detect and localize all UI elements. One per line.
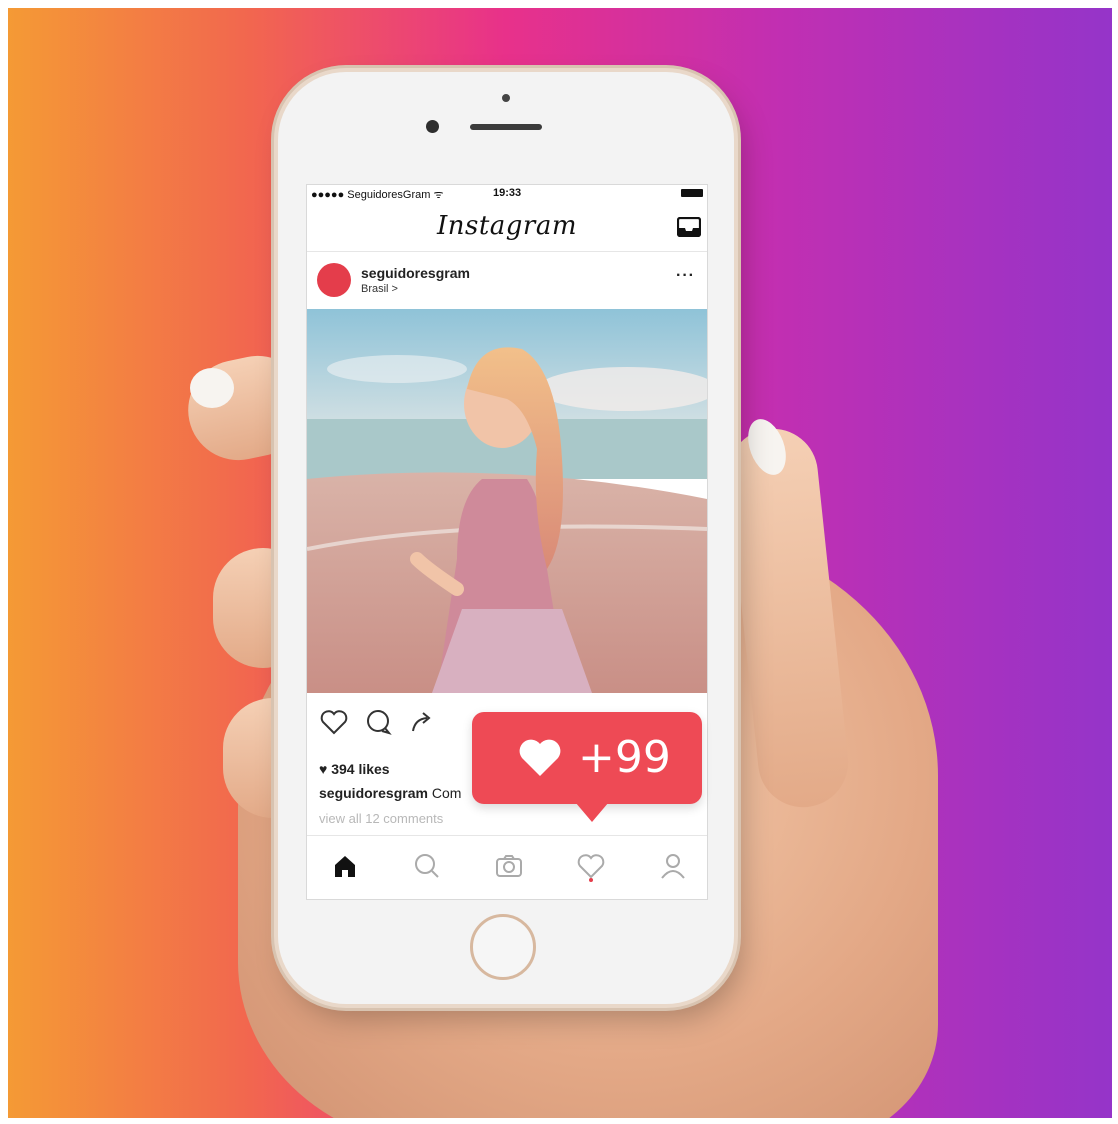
clock: 19:33	[493, 187, 522, 199]
bottom-tab-bar	[307, 835, 707, 899]
carrier-signal: ●●●●● SeguidoresGram ᯤ	[311, 189, 444, 201]
iphone-device: ●●●●● SeguidoresGram ᯤ 19:33 Instagram s…	[278, 72, 734, 1004]
camera-icon[interactable]	[493, 850, 525, 882]
more-options-button[interactable]: ···	[676, 267, 695, 285]
caption-username[interactable]: seguidoresgram	[319, 785, 428, 801]
like-notification-bubble: +99	[472, 712, 702, 804]
post-username[interactable]: seguidoresgram	[361, 265, 470, 281]
search-icon[interactable]	[411, 850, 443, 882]
inbox-icon[interactable]	[677, 217, 701, 237]
proximity-sensor	[502, 94, 510, 102]
view-all-comments-link[interactable]: view all 12 comments	[319, 811, 443, 826]
front-camera	[426, 120, 439, 133]
notification-heart-icon	[519, 739, 561, 776]
earpiece-speaker	[470, 124, 542, 130]
post-location[interactable]: Brasil >	[361, 283, 398, 295]
battery-icon	[681, 189, 703, 197]
share-icon[interactable]	[407, 707, 437, 737]
post-caption: seguidoresgram Com	[319, 785, 461, 801]
likes-label: 394 likes	[331, 761, 390, 777]
status-bar: ●●●●● SeguidoresGram ᯤ 19:33	[307, 185, 707, 201]
notification-count: +99	[578, 732, 671, 783]
heart-icon[interactable]	[319, 707, 349, 737]
beach-photo-illustration	[307, 309, 707, 693]
small-heart-icon: ♥	[319, 761, 328, 777]
post-header: seguidoresgram Brasil > ···	[307, 253, 707, 309]
activity-indicator-dot	[589, 878, 593, 882]
avatar[interactable]	[317, 263, 351, 297]
caption-text: Com	[431, 785, 462, 801]
likes-count[interactable]: ♥ 394 likes	[319, 761, 390, 777]
fingernail	[190, 368, 234, 408]
post-photo[interactable]	[307, 309, 707, 693]
instagram-logo: Instagram	[436, 211, 578, 241]
notification-pointer	[570, 796, 614, 822]
profile-icon[interactable]	[657, 850, 689, 882]
comment-icon[interactable]	[363, 707, 393, 737]
home-button[interactable]	[470, 914, 536, 980]
home-icon[interactable]	[329, 850, 361, 882]
app-header: Instagram	[307, 201, 707, 252]
